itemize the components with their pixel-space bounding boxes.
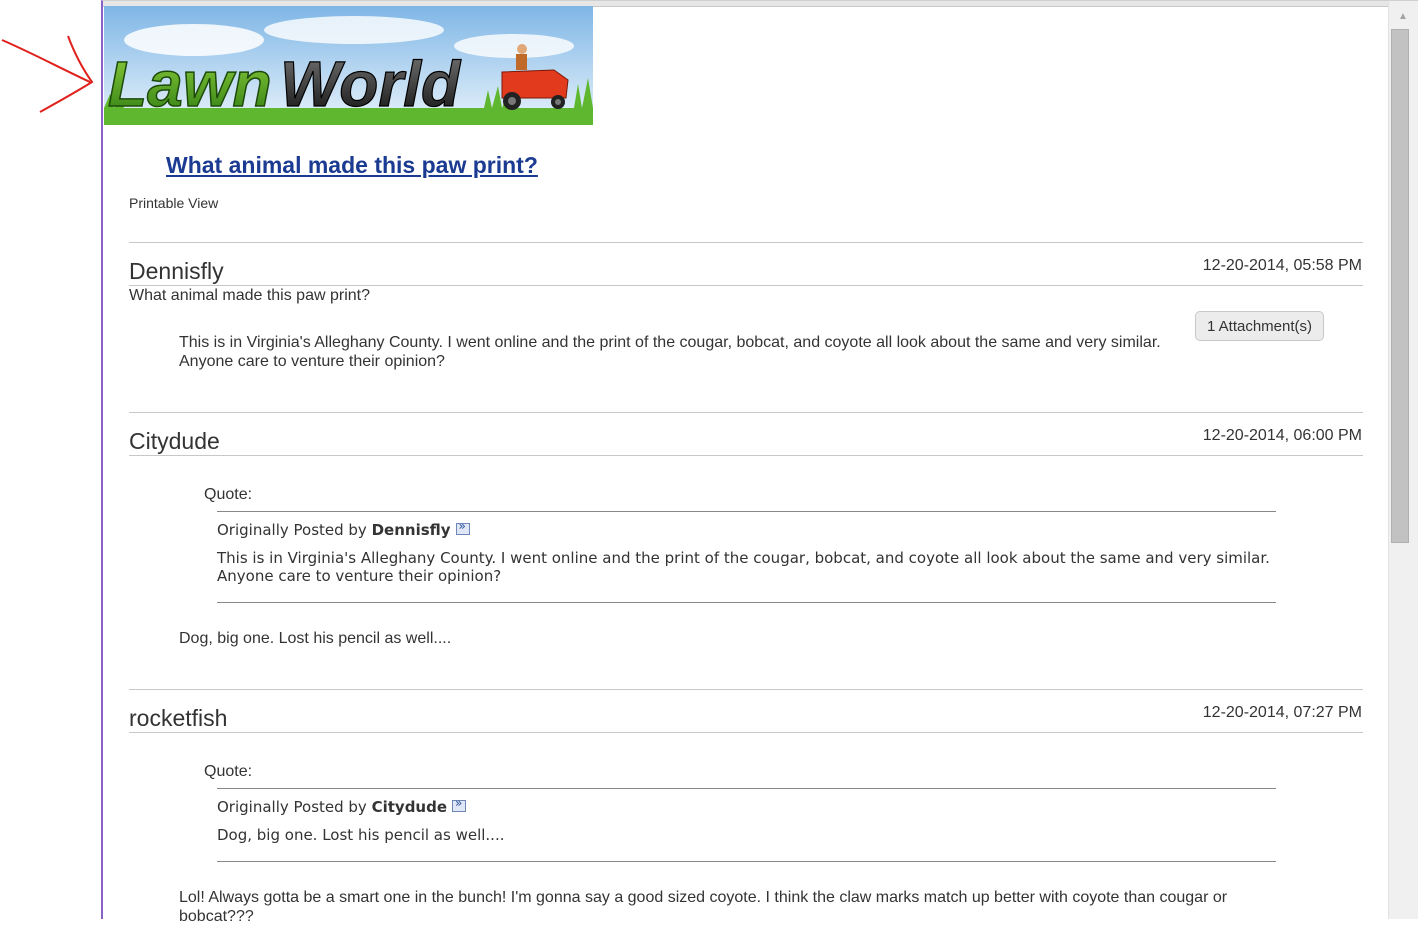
quote-label: Quote:	[204, 486, 253, 503]
post-body: This is in Virginia's Alleghany County. …	[179, 334, 1161, 370]
view-post-icon[interactable]	[455, 519, 470, 535]
quote-attribution: Originally Posted by Dennisfly	[217, 519, 470, 539]
svg-text:Lawn: Lawn	[108, 48, 272, 120]
post-header-rule	[129, 732, 1363, 733]
post-body: Lol! Always gotta be a smart one in the …	[179, 889, 1228, 925]
page-frame	[101, 0, 1388, 919]
post-author: rocketfish	[129, 705, 228, 731]
post-header-rule	[129, 285, 1363, 286]
attachments-button[interactable]: 1 Attachment(s)	[1195, 311, 1324, 341]
post-date: 12-20-2014, 06:00 PM	[1202, 427, 1362, 444]
quote-text: This is in Virginia's Alleghany County. …	[217, 549, 1270, 585]
quote-bottom-rule	[217, 602, 1276, 603]
thread-title-link[interactable]: What animal made this paw print?	[166, 152, 538, 179]
scroll-thumb[interactable]	[1391, 29, 1409, 543]
quote-author: Dennisfly	[371, 521, 451, 539]
quote-attribution: Originally Posted by Citydude	[217, 796, 467, 816]
post-date: 12-20-2014, 07:27 PM	[1202, 704, 1362, 721]
post-divider	[129, 689, 1363, 690]
lawnworld-logo[interactable]: Lawn World	[104, 6, 593, 125]
post-date: 12-20-2014, 05:58 PM	[1202, 257, 1362, 274]
quote-author: Citydude	[371, 798, 448, 816]
vertical-scrollbar[interactable]: ▲	[1388, 0, 1418, 919]
post-divider	[129, 242, 1363, 243]
post-author: Citydude	[129, 428, 220, 454]
post-header-rule	[129, 455, 1363, 456]
view-post-icon[interactable]	[452, 796, 467, 812]
post-divider	[129, 412, 1363, 413]
scroll-up-arrow-icon[interactable]: ▲	[1389, 9, 1417, 25]
logo-text: Lawn World	[107, 47, 462, 121]
post-title: What animal made this paw print?	[129, 287, 370, 304]
quote-label: Quote:	[204, 763, 253, 780]
printable-view-label: Printable View	[129, 195, 219, 211]
post-body: Dog, big one. Lost his pencil as well...…	[179, 630, 452, 647]
quote-bottom-rule	[217, 861, 1276, 862]
post-author: Dennisfly	[129, 258, 224, 284]
quote-text: Dog, big one. Lost his pencil as well...…	[217, 826, 505, 844]
quote-top-rule	[217, 788, 1276, 789]
quote-top-rule	[217, 511, 1276, 512]
red-arrow-annotation-icon	[1, 35, 94, 113]
svg-text:World: World	[280, 48, 462, 120]
